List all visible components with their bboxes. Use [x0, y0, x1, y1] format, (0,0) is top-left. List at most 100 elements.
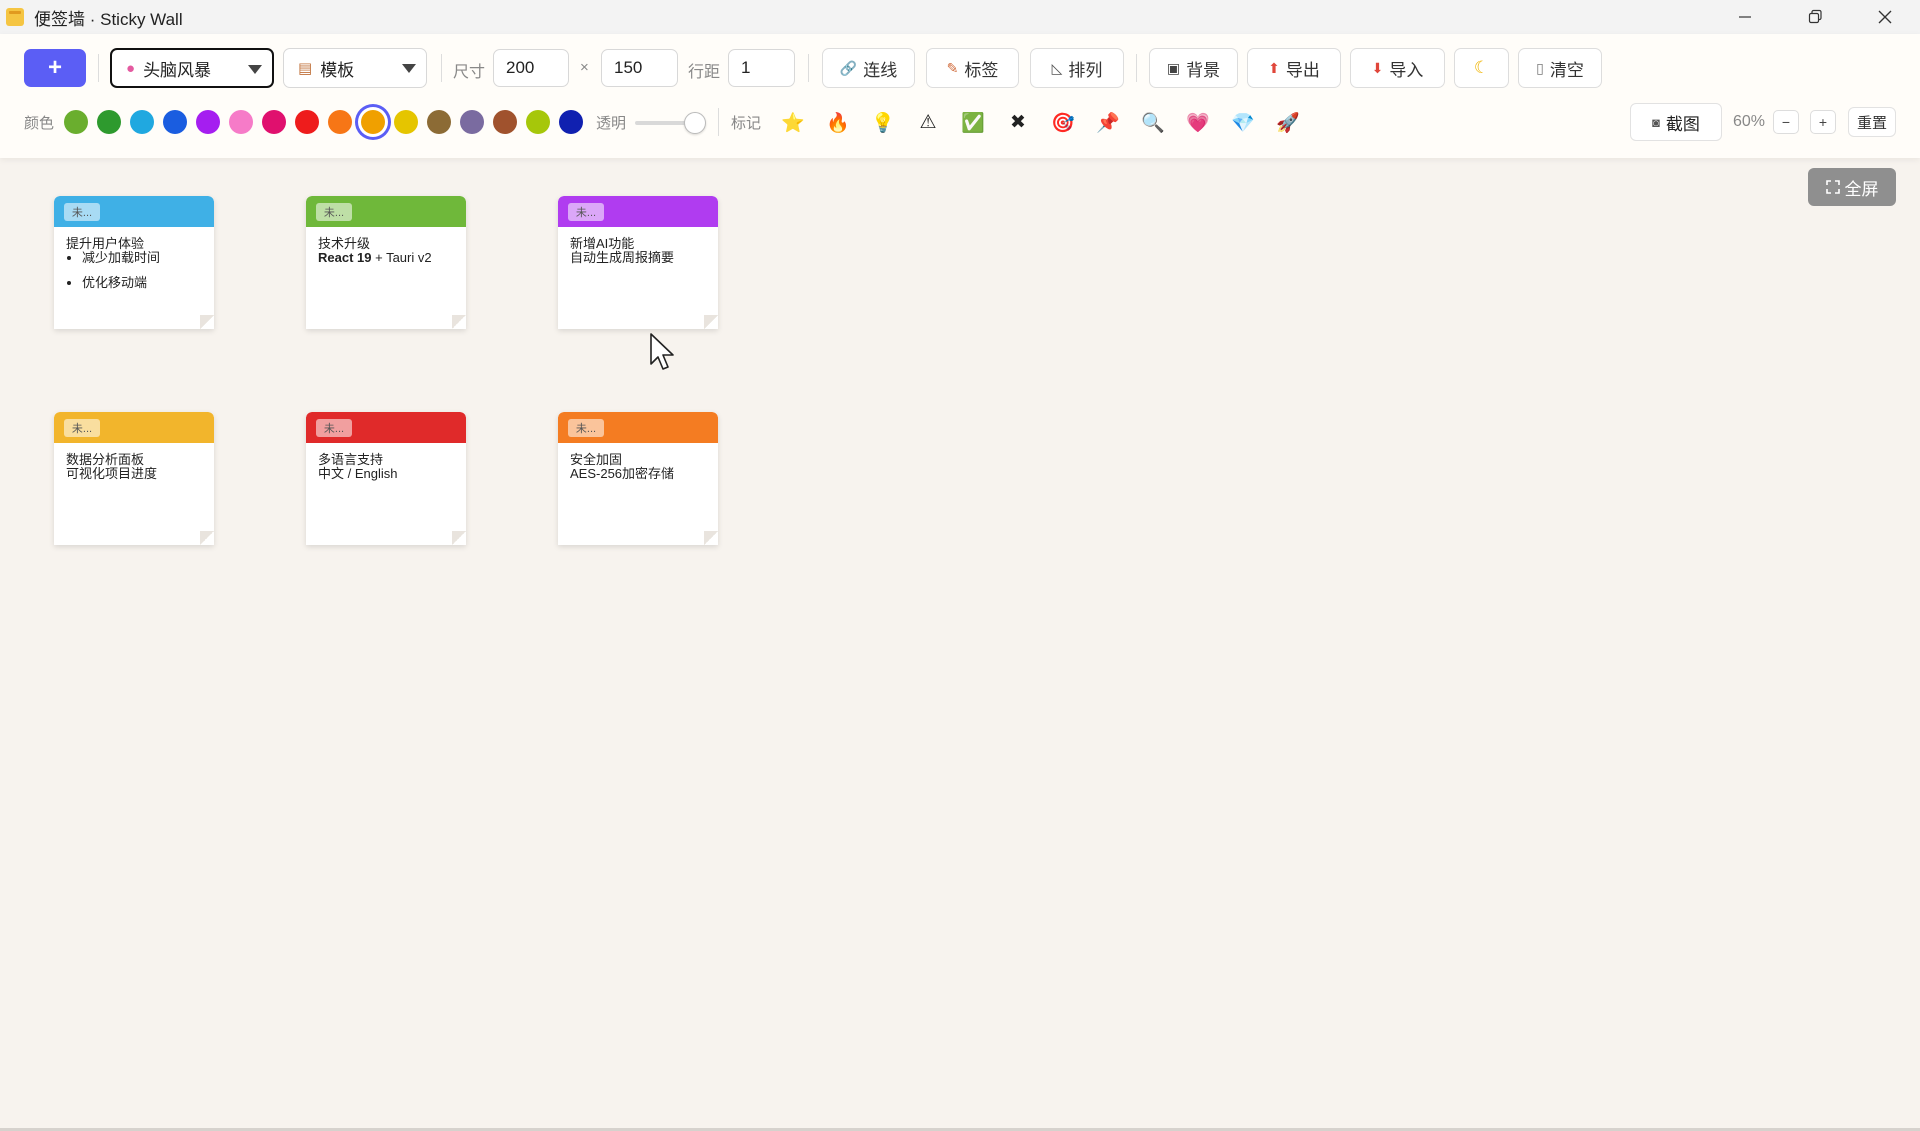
note-bullet-list: 减少加载时间 优化移动端: [66, 251, 202, 290]
warning-icon[interactable]: ⚠: [915, 110, 941, 134]
tag-button-label: 标签: [964, 60, 999, 80]
outbox-icon: ⬆: [1268, 59, 1280, 76]
height-input[interactable]: 150: [601, 49, 678, 87]
color-swatch[interactable]: [361, 110, 385, 134]
bulb-icon[interactable]: 💡: [870, 110, 896, 134]
screenshot-button[interactable]: ◙ 截图: [1630, 103, 1722, 141]
note-resize-corner[interactable]: [452, 315, 466, 329]
sticky-note-header[interactable]: 未...: [306, 412, 466, 443]
note-resize-corner[interactable]: [704, 531, 718, 545]
pin-icon[interactable]: 📌: [1095, 110, 1121, 134]
close-button[interactable]: [1850, 0, 1920, 34]
sticky-note-header[interactable]: 未...: [54, 412, 214, 443]
sticky-note-status-tag[interactable]: 未...: [64, 203, 100, 221]
color-swatch[interactable]: [559, 110, 583, 134]
note-resize-corner[interactable]: [200, 315, 214, 329]
theme-toggle-button[interactable]: ☾: [1454, 48, 1509, 88]
color-swatch[interactable]: [394, 110, 418, 134]
search-icon[interactable]: 🔍: [1140, 110, 1166, 134]
note-resize-corner[interactable]: [704, 315, 718, 329]
sticky-note-content[interactable]: 新增AI功能 自动生成周报摘要: [558, 227, 718, 265]
title-bar: 便签墙 · Sticky Wall: [0, 0, 1920, 34]
width-input[interactable]: 200: [493, 49, 569, 87]
sticky-note-header[interactable]: 未...: [558, 196, 718, 227]
import-button-label: 导入: [1389, 60, 1424, 80]
sticky-note[interactable]: 未... 安全加固 AES-256加密存储: [558, 412, 718, 545]
color-swatch[interactable]: [262, 110, 286, 134]
sticky-note-header[interactable]: 未...: [54, 196, 214, 227]
sticky-note[interactable]: 未... 多语言支持 中文 / English: [306, 412, 466, 545]
reset-zoom-button[interactable]: 重置: [1848, 107, 1896, 137]
tag-button[interactable]: ✎ 标签: [926, 48, 1019, 88]
sticky-wall-canvas[interactable]: 未... 提升用户体验 减少加载时间 优化移动端 未... 技术升级 React…: [0, 158, 1920, 1128]
sticky-note-status-tag[interactable]: 未...: [316, 203, 352, 221]
sticky-note-content[interactable]: 安全加固 AES-256加密存储: [558, 443, 718, 481]
sticky-note-content[interactable]: 多语言支持 中文 / English: [306, 443, 466, 481]
opacity-slider-handle[interactable]: [684, 112, 706, 134]
add-note-button[interactable]: +: [24, 49, 86, 87]
check-icon[interactable]: ✅: [960, 110, 986, 134]
zoom-out-button[interactable]: −: [1773, 110, 1799, 134]
note-line: AES-256加密存储: [570, 466, 675, 481]
color-swatch[interactable]: [163, 110, 187, 134]
background-button[interactable]: ▣ 背景: [1149, 48, 1238, 88]
sticky-note[interactable]: 未... 提升用户体验 减少加载时间 优化移动端: [54, 196, 214, 329]
sticky-note-status-tag[interactable]: 未...: [64, 419, 100, 437]
rocket-icon[interactable]: 🚀: [1275, 110, 1301, 134]
note-line: 数据分析面板: [66, 452, 145, 467]
color-swatch[interactable]: [328, 110, 352, 134]
close-icon: [1878, 10, 1892, 24]
note-resize-corner[interactable]: [452, 531, 466, 545]
sticky-note-content[interactable]: 数据分析面板 可视化项目进度: [54, 443, 214, 481]
template-select[interactable]: ▤ 模板: [283, 48, 427, 88]
sticky-note-header[interactable]: 未...: [306, 196, 466, 227]
clear-button[interactable]: ▯ 清空: [1518, 48, 1602, 88]
cross-icon[interactable]: ✖: [1005, 110, 1031, 134]
color-swatch[interactable]: [130, 110, 154, 134]
minimize-icon: [1739, 16, 1751, 18]
heart-icon[interactable]: 💗: [1185, 110, 1211, 134]
restore-button[interactable]: [1780, 0, 1850, 34]
diamond-icon[interactable]: 💎: [1230, 110, 1256, 134]
color-swatch[interactable]: [526, 110, 550, 134]
import-button[interactable]: ⬇ 导入: [1350, 48, 1445, 88]
color-swatch[interactable]: [460, 110, 484, 134]
minimize-button[interactable]: [1710, 0, 1780, 34]
sticky-note-status-tag[interactable]: 未...: [316, 419, 352, 437]
color-swatch[interactable]: [196, 110, 220, 134]
color-swatch[interactable]: [64, 110, 88, 134]
zoom-in-button[interactable]: +: [1810, 110, 1836, 134]
note-line: 多语言支持: [318, 452, 384, 467]
color-swatch[interactable]: [427, 110, 451, 134]
link-button[interactable]: 🔗 连线: [822, 48, 915, 88]
note-line: 中文 / English: [318, 466, 398, 481]
times-sign: ×: [580, 59, 589, 76]
sticky-note-content[interactable]: 提升用户体验 减少加载时间 优化移动端: [54, 227, 214, 290]
arrange-button[interactable]: ◺ 排列: [1030, 48, 1124, 88]
spacing-input[interactable]: 1: [728, 49, 795, 87]
sticky-note-status-tag[interactable]: 未...: [568, 203, 604, 221]
note-resize-corner[interactable]: [200, 531, 214, 545]
fire-icon[interactable]: 🔥: [825, 110, 851, 134]
pencil-icon: ✎: [946, 59, 959, 76]
divider: [718, 108, 719, 136]
mouse-cursor-icon: [650, 333, 674, 370]
ruler-icon: ◺: [1051, 59, 1063, 76]
sticky-note[interactable]: 未... 新增AI功能 自动生成周报摘要: [558, 196, 718, 329]
color-swatch[interactable]: [229, 110, 253, 134]
divider: [1136, 54, 1137, 82]
color-swatch[interactable]: [97, 110, 121, 134]
sticky-note[interactable]: 未... 技术升级 React 19 + Tauri v2: [306, 196, 466, 329]
screenshot-button-label: 截图: [1665, 114, 1700, 134]
sticky-note-status-tag[interactable]: 未...: [568, 419, 604, 437]
star-icon[interactable]: ⭐: [780, 110, 806, 134]
sticky-note[interactable]: 未... 数据分析面板 可视化项目进度: [54, 412, 214, 545]
color-swatch[interactable]: [295, 110, 319, 134]
mode-select[interactable]: ● 头脑风暴: [110, 48, 274, 88]
arrange-button-label: 排列: [1068, 60, 1103, 80]
target-icon[interactable]: 🎯: [1050, 110, 1076, 134]
color-swatch[interactable]: [493, 110, 517, 134]
export-button[interactable]: ⬆ 导出: [1247, 48, 1341, 88]
sticky-note-content[interactable]: 技术升级 React 19 + Tauri v2: [306, 227, 466, 265]
sticky-note-header[interactable]: 未...: [558, 412, 718, 443]
